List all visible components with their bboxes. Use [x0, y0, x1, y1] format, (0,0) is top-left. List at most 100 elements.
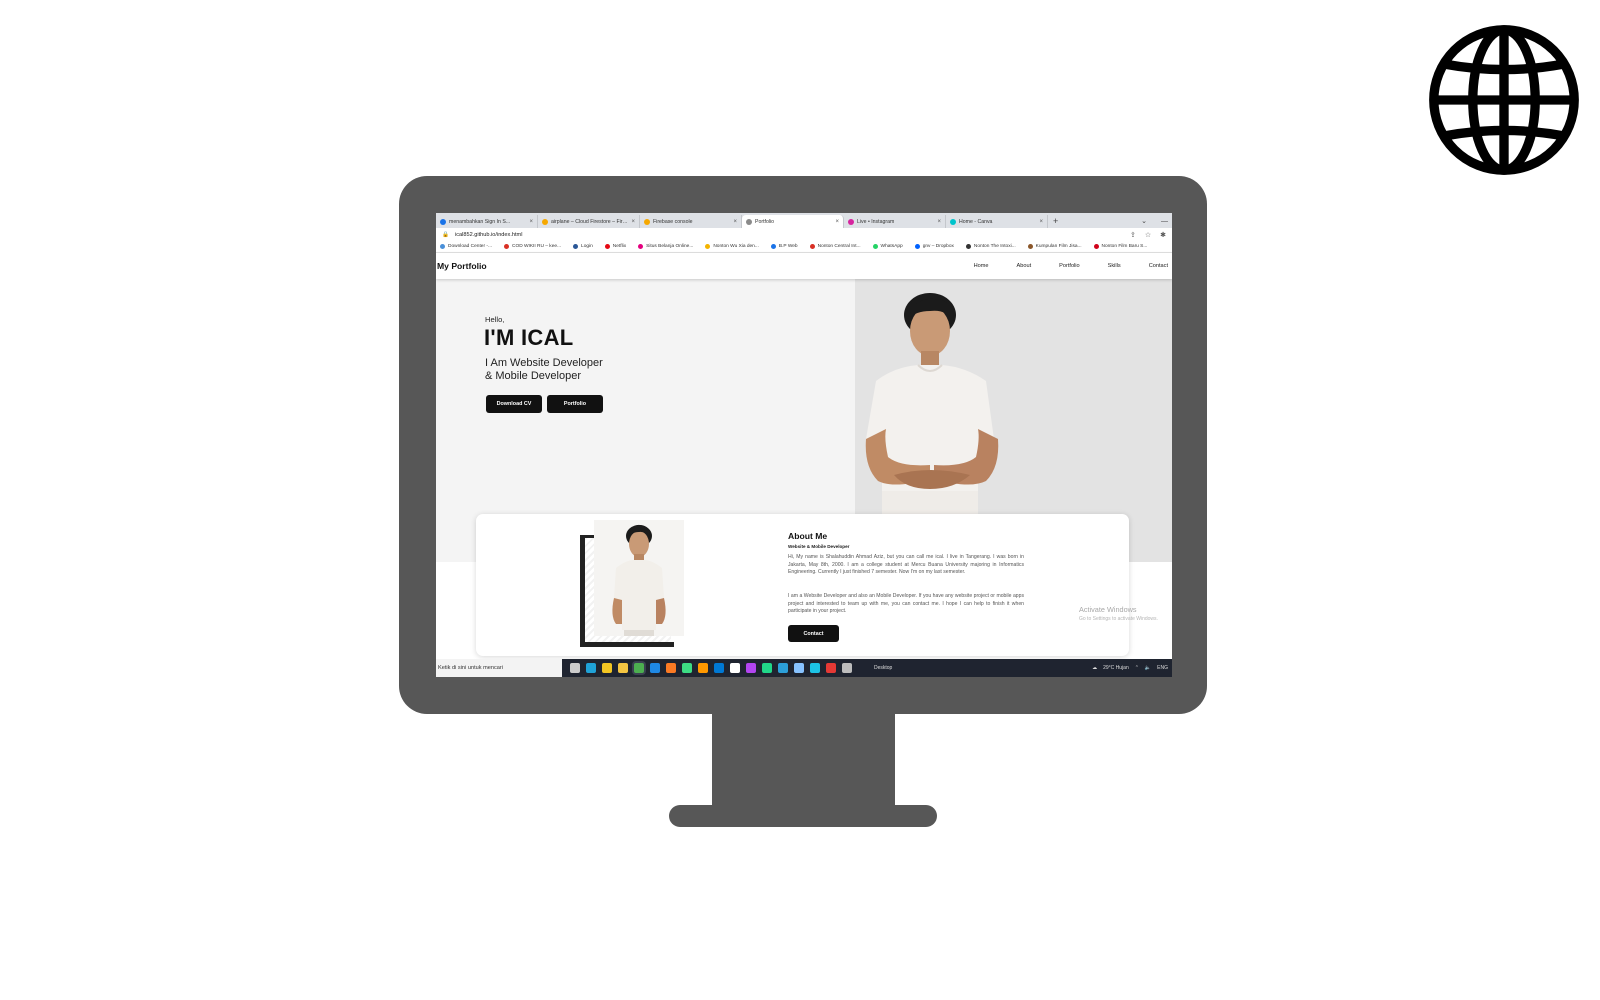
tab-search-icon[interactable]: ⌄ — [1141, 215, 1147, 228]
taskbar-apps — [562, 663, 852, 673]
bookmarks-bar: Download Center -... COD WIKII RU – kee..… — [436, 241, 1172, 253]
volume-icon[interactable]: 🔈 — [1145, 665, 1151, 671]
nav-portfolio[interactable]: Portfolio — [1059, 263, 1080, 269]
bookmark-favicon-icon — [573, 244, 579, 249]
bookmark-item[interactable]: COD WIKII RU – kee... — [504, 244, 561, 249]
new-tab-button[interactable]: + — [1048, 215, 1063, 228]
app5-icon[interactable] — [810, 663, 820, 673]
bookmark-label: Nonton Wu Xia den... — [713, 244, 759, 249]
bookmark-item[interactable]: Netflix — [604, 244, 626, 249]
tab-close-icon[interactable]: × — [937, 219, 941, 225]
tab-close-icon[interactable]: × — [733, 219, 737, 225]
bookmark-item[interactable]: Download Center -... — [440, 244, 492, 249]
browser-tab-strip: menambahkan Sign In S... × airplane – Clou… — [436, 213, 1172, 228]
tab-favicon-icon — [440, 218, 446, 225]
bookmark-item[interactable]: Kumpulan Film Jisa... — [1027, 244, 1082, 249]
tab-favicon-icon — [542, 218, 548, 225]
weather-text[interactable]: 29°C Hujan — [1103, 665, 1129, 671]
browser-tab[interactable]: Home - Canva × — [946, 215, 1048, 228]
file-explorer-icon[interactable] — [618, 663, 628, 673]
browser-tab[interactable]: airplane – Cloud Firestore – Fire... × — [538, 215, 640, 228]
tray-chevron-icon[interactable]: ⌃ — [1135, 665, 1139, 671]
bookmark-label: COD WIKII RU – kee... — [512, 244, 562, 249]
app6-icon[interactable] — [826, 663, 836, 673]
hero-name: I'M ICAL — [484, 325, 574, 350]
bookmark-item[interactable]: Situs Belanja Online... — [638, 244, 693, 249]
bookmark-favicon-icon — [965, 244, 971, 249]
task-view-icon[interactable] — [570, 663, 580, 673]
hero-role-line2: & Mobile Developer — [485, 370, 581, 382]
download-cv-button[interactable]: Download CV — [486, 395, 542, 413]
monitor-neck — [712, 714, 895, 806]
site-nav-links: Home About Portfolio Skills Contact — [974, 263, 1172, 269]
tab-close-icon[interactable]: × — [529, 219, 533, 225]
bookmark-item[interactable]: Nonton Central Int... — [809, 244, 861, 249]
extensions-icon[interactable]: ✱ — [1160, 231, 1166, 239]
window-controls: ⌄ — — [1141, 215, 1172, 228]
bookmark-favicon-icon — [504, 244, 509, 249]
bookmark-label: Login — [581, 244, 593, 249]
bookmark-label: Kumpulan Film Jisa... — [1035, 244, 1082, 249]
about-card: About Me Website & Mobile Developer Hi, … — [476, 514, 1129, 656]
about-subtitle: Website & Mobile Developer — [788, 544, 850, 549]
share-icon[interactable]: ⇪ — [1130, 231, 1136, 239]
weather-icon[interactable]: ☁ — [1092, 665, 1097, 671]
minimize-icon[interactable]: — — [1161, 215, 1168, 228]
portfolio-button[interactable]: Portfolio — [547, 395, 603, 413]
edge-icon[interactable] — [586, 663, 596, 673]
hero-portrait — [865, 293, 999, 515]
tab-label: Home - Canva — [959, 218, 993, 225]
chrome-icon[interactable] — [634, 663, 644, 673]
hero-role: I Am Website Developer & Mobile Develope… — [485, 357, 603, 383]
app3-icon[interactable] — [778, 663, 788, 673]
xampp-icon[interactable] — [666, 663, 676, 673]
nav-home[interactable]: Home — [974, 263, 989, 269]
star-icon[interactable]: ☆ — [1145, 231, 1151, 239]
nav-skills[interactable]: Skills — [1108, 263, 1121, 269]
app4-icon[interactable] — [794, 663, 804, 673]
mail-icon[interactable] — [650, 663, 660, 673]
vscode-icon[interactable] — [714, 663, 724, 673]
phpstorm-icon[interactable] — [746, 663, 756, 673]
store-icon[interactable] — [602, 663, 612, 673]
tab-label: menambahkan Sign In S... — [449, 218, 511, 225]
language-indicator[interactable]: ENG — [1157, 665, 1168, 671]
taskbar-search[interactable]: Ketik di sini untuk mencari — [436, 659, 562, 677]
sublime-icon[interactable] — [698, 663, 708, 673]
nav-contact[interactable]: Contact — [1149, 263, 1168, 269]
browser-tab[interactable]: Firebase console × — [640, 215, 742, 228]
screen: menambahkan Sign In S... × airplane – Clou… — [436, 213, 1172, 677]
browser-tab[interactable]: Live • Instagram × — [844, 215, 946, 228]
nav-about[interactable]: About — [1017, 263, 1032, 269]
bookmark-item[interactable]: Nonton Wu Xia den... — [705, 244, 759, 249]
bookmark-favicon-icon — [1027, 244, 1033, 249]
url-field[interactable]: ical852.github.io/index.html — [455, 232, 522, 238]
monitor-base — [669, 805, 937, 827]
browser-tab[interactable]: menambahkan Sign In S... × — [436, 215, 538, 228]
tab-close-icon[interactable]: × — [835, 219, 839, 225]
bookmark-item[interactable]: Login — [573, 244, 593, 249]
tab-close-icon[interactable]: × — [1039, 219, 1043, 225]
site-brand[interactable]: My Portfolio — [436, 261, 487, 271]
bookmark-favicon-icon — [440, 244, 445, 249]
app-icon[interactable] — [730, 663, 740, 673]
tab-close-icon[interactable]: × — [631, 219, 635, 225]
app7-icon[interactable] — [842, 663, 852, 673]
bookmark-item[interactable]: Nonton Film Baru S... — [1093, 244, 1147, 249]
tab-favicon-icon — [848, 218, 854, 225]
bookmark-item[interactable]: gnv – Dropbox — [914, 244, 954, 249]
desktop-toolbar[interactable]: Desktop — [874, 665, 892, 671]
bookmark-item[interactable]: Nonton The Intoxi... — [965, 244, 1016, 249]
bookmark-label: Download Center -... — [448, 244, 492, 249]
browser-tab[interactable]: Portfolio × — [742, 215, 844, 228]
bookmark-item[interactable]: WhatsApp — [872, 244, 903, 249]
contact-button[interactable]: Contact — [788, 625, 839, 642]
bookmark-label: WhatsApp — [880, 244, 903, 249]
android-studio-icon[interactable] — [682, 663, 692, 673]
bookmark-item[interactable]: B.P Web — [770, 244, 798, 249]
stage: menambahkan Sign In S... × airplane – Clou… — [0, 0, 1600, 1000]
app2-icon[interactable] — [762, 663, 772, 673]
bookmark-favicon-icon — [604, 244, 610, 249]
bookmark-favicon-icon — [770, 244, 776, 249]
bookmark-label: Nonton The Intoxi... — [973, 244, 1016, 249]
